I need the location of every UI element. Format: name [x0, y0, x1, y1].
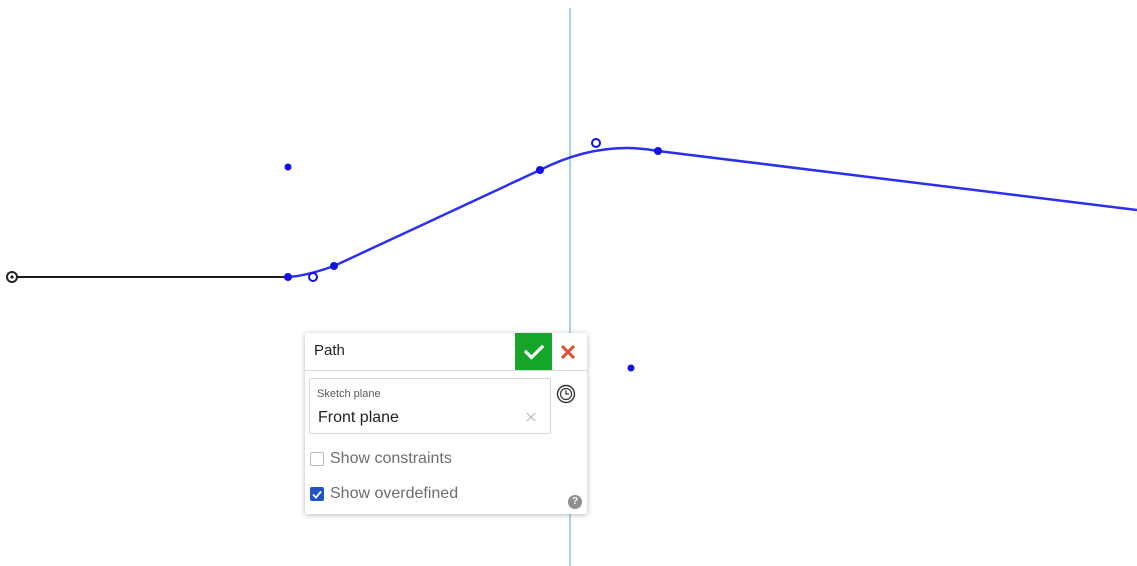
show-constraints-checkbox[interactable]	[310, 452, 324, 466]
curve-point[interactable]	[536, 166, 544, 174]
cancel-button[interactable]	[557, 341, 579, 363]
sketch-plane-value: Front plane	[318, 409, 399, 426]
clock-icon	[556, 384, 576, 404]
sketch-plane-field[interactable]: Sketch plane Front plane	[309, 378, 551, 434]
curve-midpoint-marker[interactable]	[308, 272, 318, 282]
close-icon	[561, 345, 575, 359]
show-overdefined-option[interactable]: Show overdefined	[310, 484, 458, 504]
clear-x-icon	[526, 412, 536, 422]
dialog-title: Path	[314, 342, 345, 359]
path-dialog: Path Sketch plane Front plane Show const…	[305, 333, 587, 514]
checkmark-icon	[523, 344, 544, 360]
curve-midpoint-marker[interactable]	[591, 138, 601, 148]
show-constraints-option[interactable]: Show constraints	[310, 449, 452, 469]
path-curve[interactable]	[287, 146, 1137, 279]
checkbox-check-icon	[312, 490, 322, 499]
accept-button[interactable]	[515, 333, 552, 370]
curve-point[interactable]	[330, 262, 338, 270]
control-point[interactable]	[284, 163, 292, 171]
sketch-plane-label: Sketch plane	[317, 388, 381, 400]
help-icon[interactable]: ?	[568, 495, 582, 509]
show-overdefined-checkbox[interactable]	[310, 487, 324, 501]
dialog-header: Path	[305, 333, 587, 371]
show-overdefined-label: Show overdefined	[330, 485, 459, 502]
curve-point[interactable]	[654, 147, 662, 155]
show-constraints-label: Show constraints	[330, 450, 452, 467]
control-point[interactable]	[627, 364, 635, 372]
origin-point-center	[10, 275, 14, 279]
curve-point[interactable]	[284, 273, 292, 281]
clear-selection-button[interactable]	[524, 410, 538, 424]
history-button[interactable]	[556, 384, 576, 404]
